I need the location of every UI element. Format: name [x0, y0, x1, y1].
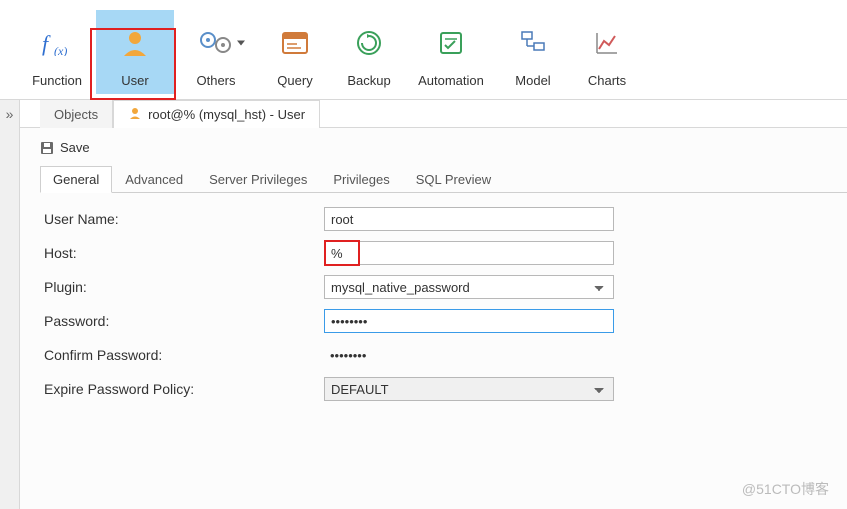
chevron-down-icon	[237, 40, 245, 45]
watermark: @51CTO博客	[742, 479, 829, 499]
toolbar-label: Function	[32, 73, 82, 88]
backup-icon	[355, 14, 383, 71]
chevron-right-icon[interactable]: »	[0, 100, 19, 122]
automation-icon	[437, 14, 465, 71]
toolbar-label: Others	[196, 73, 235, 88]
plugin-label: Plugin:	[44, 279, 324, 295]
tab-label: Objects	[54, 107, 98, 122]
others-icon	[199, 14, 233, 71]
user-icon	[120, 14, 150, 71]
tab-advanced[interactable]: Advanced	[112, 166, 196, 193]
toolbar-backup[interactable]: Backup	[332, 10, 406, 94]
tab-general[interactable]: General	[40, 166, 112, 193]
plugin-select[interactable]: mysql_native_password	[324, 275, 614, 299]
toolbar-user[interactable]: User	[96, 10, 174, 94]
toolbar-label: Automation	[418, 73, 484, 88]
inner-tab-strip: General Advanced Server Privileges Privi…	[40, 165, 847, 193]
user-name-input[interactable]	[324, 207, 614, 231]
row-host: Host:	[44, 241, 847, 265]
expire-policy-label: Expire Password Policy:	[44, 381, 324, 397]
toolbar-label: Model	[515, 73, 550, 88]
save-icon	[40, 141, 54, 155]
content-area: Save General Advanced Server Privileges …	[20, 128, 847, 509]
tab-objects[interactable]: Objects	[40, 100, 113, 128]
toolbar-label: Query	[277, 73, 312, 88]
left-gutter: »	[0, 100, 20, 509]
toolbar-model[interactable]: Model	[496, 10, 570, 94]
tab-sql-preview[interactable]: SQL Preview	[403, 166, 504, 193]
tab-server-privileges[interactable]: Server Privileges	[196, 166, 320, 193]
toolbar-function[interactable]: f(x) Function	[20, 10, 94, 94]
toolbar-label: User	[121, 73, 148, 88]
expire-policy-select[interactable]: DEFAULT	[324, 377, 614, 401]
confirm-password-input[interactable]	[324, 343, 614, 367]
row-expire-policy: Expire Password Policy: DEFAULT	[44, 377, 847, 401]
query-icon	[280, 14, 310, 71]
save-button[interactable]: Save	[40, 136, 847, 163]
toolbar-automation[interactable]: Automation	[406, 10, 496, 94]
host-label: Host:	[44, 245, 324, 261]
main-toolbar: f(x) Function User Others Query Backup A…	[0, 0, 847, 100]
user-form: User Name: Host: Plugin: mysql_native_pa…	[40, 193, 847, 401]
function-icon: f(x)	[40, 14, 74, 71]
row-user-name: User Name:	[44, 207, 847, 231]
toolbar-charts[interactable]: Charts	[570, 10, 644, 94]
charts-icon	[593, 14, 621, 71]
toolbar-query[interactable]: Query	[258, 10, 332, 94]
tab-user-editor[interactable]: root@% (mysql_hst) - User	[113, 100, 320, 128]
svg-text:(x): (x)	[54, 44, 67, 56]
document-tabs: Objects root@% (mysql_hst) - User	[20, 100, 847, 128]
user-icon	[128, 106, 142, 123]
password-input[interactable]	[324, 309, 614, 333]
row-password: Password:	[44, 309, 847, 333]
row-plugin: Plugin: mysql_native_password	[44, 275, 847, 299]
confirm-password-label: Confirm Password:	[44, 347, 324, 363]
toolbar-label: Backup	[347, 73, 390, 88]
toolbar-others[interactable]: Others	[174, 10, 258, 94]
svg-text:f: f	[42, 31, 51, 56]
toolbar-label: Charts	[588, 73, 626, 88]
host-input[interactable]	[324, 241, 614, 265]
row-confirm-password: Confirm Password:	[44, 343, 847, 367]
tab-label: root@% (mysql_hst) - User	[148, 107, 305, 122]
password-label: Password:	[44, 313, 324, 329]
model-icon	[519, 14, 547, 71]
tab-privileges[interactable]: Privileges	[320, 166, 402, 193]
user-name-label: User Name:	[44, 211, 324, 227]
save-label: Save	[60, 140, 90, 155]
